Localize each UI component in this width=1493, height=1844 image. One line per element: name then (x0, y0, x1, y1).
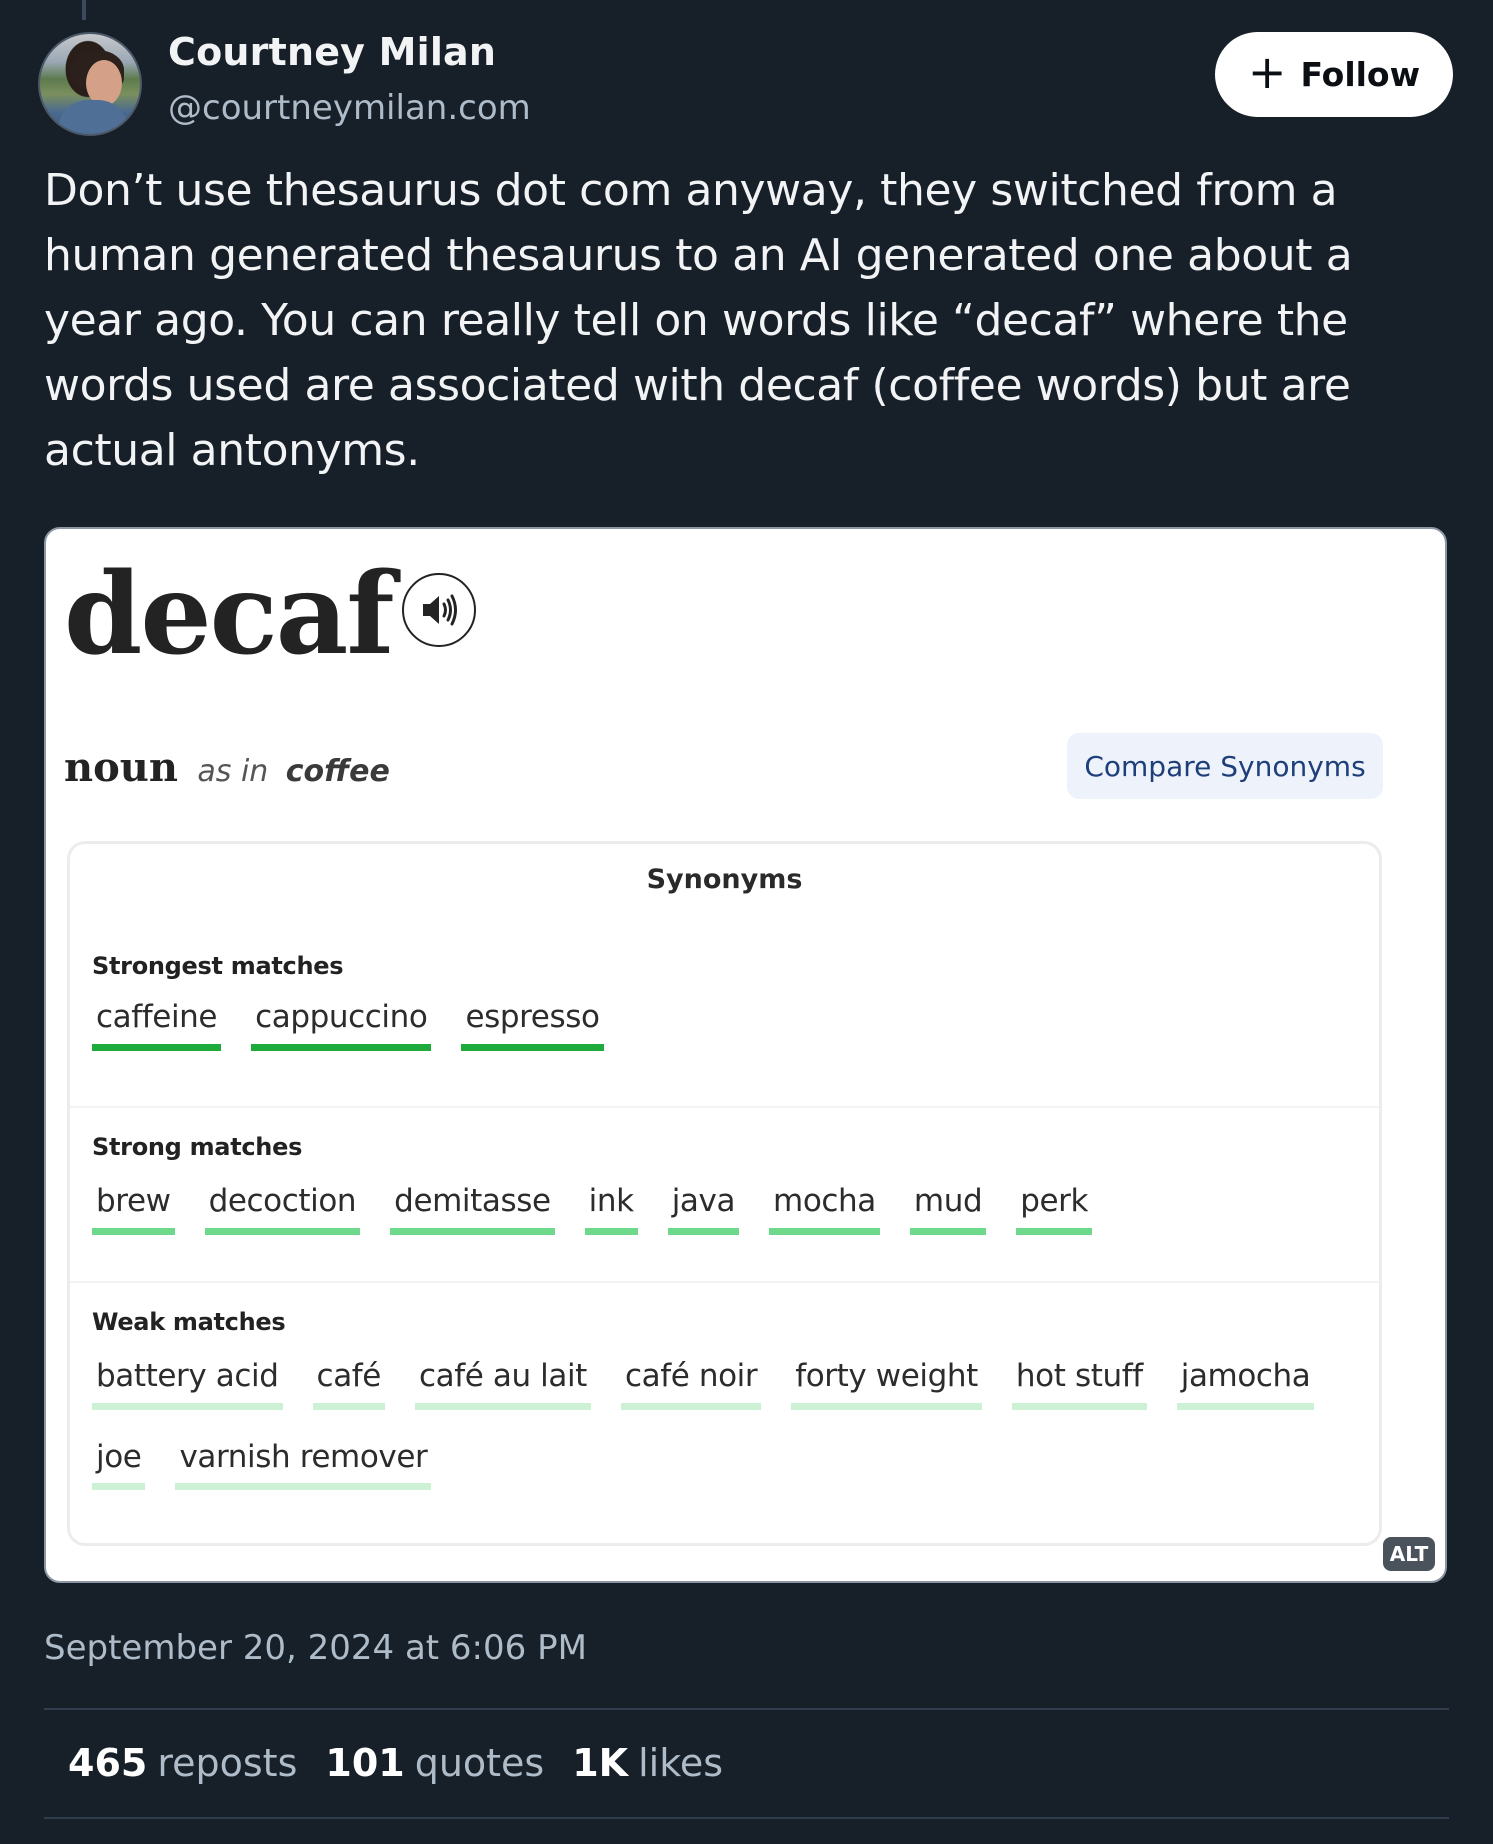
synonym-word: joe (92, 1439, 146, 1491)
divider (44, 1708, 1449, 1710)
synonym-group-strong: Strong matches brew decoction demitasse ink… (70, 1106, 1379, 1235)
synonym-word: ink (584, 1183, 638, 1235)
stat-count: 1K (572, 1741, 629, 1785)
word-list: caffeine cappuccino espresso (92, 999, 1349, 1051)
group-label: Weak matches (92, 1308, 286, 1336)
thread-connector-line (82, 0, 86, 20)
author-handle[interactable]: @courtneymilan.com (168, 88, 531, 128)
likes-stat[interactable]: 1K likes (572, 1741, 723, 1785)
plus-icon: + (1247, 44, 1287, 99)
synonym-word: java (667, 1183, 740, 1235)
part-of-speech-line: noun as in coffee (64, 744, 390, 791)
stat-count: 465 (68, 1741, 148, 1785)
synonyms-panel: Synonyms Strongest matches caffeine cappu… (67, 841, 1382, 1546)
quotes-stat[interactable]: 101 quotes (325, 1741, 544, 1785)
synonym-word: hot stuff (1011, 1358, 1147, 1410)
synonym-word: mocha (769, 1183, 880, 1235)
stat-label: reposts (157, 1741, 298, 1785)
synonym-word: mud (909, 1183, 987, 1235)
word-list: battery acid café café au lait café noir for… (92, 1358, 1349, 1491)
synonym-group-weak: Weak matches battery acid café café au lai… (70, 1281, 1379, 1491)
group-label: Strongest matches (92, 952, 344, 980)
sense-label: coffee (285, 754, 390, 789)
synonym-word: café noir (620, 1358, 762, 1410)
alt-text-badge[interactable]: ALT (1383, 1537, 1435, 1571)
post-image[interactable]: decaf noun as in coffee Compare Synonyms… (44, 527, 1447, 1583)
group-label: Strong matches (92, 1133, 303, 1161)
speaker-icon (402, 573, 476, 647)
post-text: Don’t use thesaurus dot com anyway, they… (44, 165, 1353, 476)
as-in-label: as in (197, 754, 269, 789)
word-list: brew decoction demitasse ink java mocha mud per… (92, 1183, 1349, 1235)
avatar-jacket (58, 100, 128, 134)
stat-label: likes (638, 1741, 724, 1785)
synonym-word: battery acid (92, 1358, 283, 1410)
part-of-speech: noun (64, 744, 178, 791)
synonym-word: café au lait (414, 1358, 591, 1410)
synonym-word: caffeine (92, 999, 222, 1051)
stat-label: quotes (414, 1741, 545, 1785)
compare-synonyms-button: Compare Synonyms (1067, 733, 1383, 799)
synonym-word: café (312, 1358, 385, 1410)
follow-button[interactable]: + Follow (1215, 32, 1453, 117)
divider (44, 1817, 1449, 1819)
synonym-word: varnish remover (175, 1439, 432, 1491)
reposts-stat[interactable]: 465 reposts (68, 1741, 297, 1785)
synonym-word: decoction (204, 1183, 361, 1235)
stat-count: 101 (325, 1741, 405, 1785)
speaker-icon-glyph (423, 594, 457, 626)
synonym-word: perk (1016, 1183, 1093, 1235)
author-display-name[interactable]: Courtney Milan (168, 30, 496, 74)
synonym-word: jamocha (1176, 1358, 1315, 1410)
follow-button-label: Follow (1300, 55, 1421, 94)
synonym-word: espresso (461, 999, 604, 1051)
post-timestamp[interactable]: September 20, 2024 at 6:06 PM (44, 1628, 587, 1668)
synonym-word: demitasse (390, 1183, 555, 1235)
synonyms-title: Synonyms (646, 864, 803, 895)
synonym-word: forty weight (791, 1358, 982, 1410)
synonym-word: brew (92, 1183, 175, 1235)
avatar[interactable] (38, 32, 142, 136)
engagement-stats: 465 reposts 101 quotes 1K likes (68, 1741, 723, 1785)
headword: decaf (64, 549, 395, 680)
synonym-word: cappuccino (251, 999, 432, 1051)
